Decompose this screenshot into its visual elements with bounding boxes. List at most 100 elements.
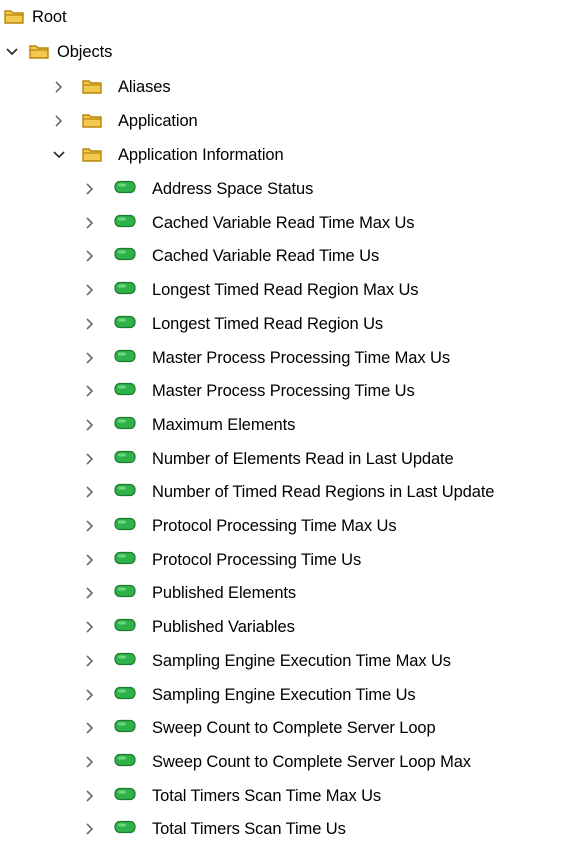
chevron-right-icon[interactable] [82,181,98,197]
tree-node-label: Cached Variable Read Time Max Us [152,214,415,232]
variable-icon [113,719,137,738]
tree-node-label: Master Process Processing Time Max Us [152,349,450,367]
variable-icon [113,551,137,570]
tree-node-label: Longest Timed Read Region Max Us [152,281,419,299]
tree-node-label: Application Information [118,146,284,164]
variable-icon [113,315,137,334]
chevron-right-icon[interactable] [82,248,98,264]
variable-icon [113,281,137,300]
variable-icon [113,652,137,671]
tree-node-label: Sweep Count to Complete Server Loop [152,719,436,737]
folder-icon [4,8,24,29]
tree-node-label: Cached Variable Read Time Us [152,247,380,265]
chevron-right-icon[interactable] [82,585,98,601]
variable-icon [113,584,137,603]
tree-node-label: Number of Elements Read in Last Update [152,450,454,468]
tree-node-item[interactable]: Total Timers Scan Time Max Us [0,779,569,813]
variable-icon [113,382,137,401]
tree-node-item[interactable]: Master Process Processing Time Us [0,374,569,408]
tree-node-item[interactable]: Sampling Engine Execution Time Us [0,678,569,712]
variable-icon [113,820,137,839]
folder-icon [82,78,102,99]
folder-icon [82,146,102,167]
tree-node-item[interactable]: Number of Timed Read Regions in Last Upd… [0,475,569,509]
chevron-right-icon[interactable] [82,653,98,669]
tree-node-item[interactable]: Cached Variable Read Time Max Us [0,206,569,240]
chevron-right-icon[interactable] [82,215,98,231]
tree-node-label: Root [32,8,67,26]
tree-node-label: Protocol Processing Time Max Us [152,517,397,535]
tree-node-label: Total Timers Scan Time Max Us [152,787,382,805]
tree-node-item[interactable]: Total Timers Scan Time Us [0,812,569,846]
tree-node-label: Sampling Engine Execution Time Us [152,686,416,704]
tree-node-label: Sampling Engine Execution Time Max Us [152,652,451,670]
tree-node-item[interactable]: Sweep Count to Complete Server Loop Max [0,745,569,779]
chevron-right-icon[interactable] [82,754,98,770]
variable-icon [113,416,137,435]
tree-node-item[interactable]: Longest Timed Read Region Us [0,307,569,341]
tree-view: Root Objects Aliases Application Applica… [0,0,569,840]
tree-node-item[interactable]: Longest Timed Read Region Max Us [0,273,569,307]
tree-node-item[interactable]: Address Space Status [0,172,569,206]
tree-node-label: Application [118,112,198,130]
chevron-right-icon[interactable] [82,788,98,804]
variable-icon [113,618,137,637]
tree-node-item[interactable]: Maximum Elements [0,408,569,442]
tree-node-item[interactable]: Cached Variable Read Time Us [0,239,569,273]
variable-icon [113,214,137,233]
chevron-right-icon[interactable] [82,350,98,366]
chevron-right-icon[interactable] [51,113,67,129]
chevron-right-icon[interactable] [82,383,98,399]
tree-node-objects[interactable]: Objects [0,35,569,69]
chevron-right-icon[interactable] [82,687,98,703]
tree-node-label: Master Process Processing Time Us [152,382,415,400]
variable-icon [113,753,137,772]
tree-node-root[interactable]: Root [0,0,569,34]
chevron-right-icon[interactable] [82,451,98,467]
tree-node-item[interactable]: Published Variables [0,610,569,644]
tree-node-item[interactable]: Protocol Processing Time Max Us [0,509,569,543]
chevron-right-icon[interactable] [82,417,98,433]
variable-icon [113,180,137,199]
folder-icon [82,112,102,133]
chevron-right-icon[interactable] [82,518,98,534]
tree-node-label: Objects [57,43,113,61]
tree-node-application[interactable]: Application [0,104,569,138]
tree-node-label: Published Elements [152,584,297,602]
tree-node-label: Aliases [118,78,171,96]
tree-node-item[interactable]: Sweep Count to Complete Server Loop [0,711,569,745]
tree-node-label: Address Space Status [152,180,314,198]
tree-node-label: Published Variables [152,618,295,636]
variable-icon [113,247,137,266]
tree-node-aliases[interactable]: Aliases [0,70,569,104]
variable-icon [113,349,137,368]
variable-icon [113,483,137,502]
chevron-down-icon[interactable] [4,44,20,60]
chevron-right-icon[interactable] [51,79,67,95]
variable-icon [113,450,137,469]
chevron-down-icon[interactable] [51,147,67,163]
tree-node-item[interactable]: Master Process Processing Time Max Us [0,341,569,375]
chevron-right-icon[interactable] [82,484,98,500]
tree-node-item[interactable]: Number of Elements Read in Last Update [0,442,569,476]
chevron-right-icon[interactable] [82,619,98,635]
chevron-right-icon[interactable] [82,821,98,837]
tree-node-label: Protocol Processing Time Us [152,551,362,569]
tree-node-label: Longest Timed Read Region Us [152,315,384,333]
chevron-right-icon[interactable] [82,282,98,298]
tree-node-label: Maximum Elements [152,416,296,434]
folder-icon [29,43,49,64]
chevron-right-icon[interactable] [82,720,98,736]
variable-icon [113,787,137,806]
chevron-right-icon[interactable] [82,316,98,332]
tree-node-label: Sweep Count to Complete Server Loop Max [152,753,471,771]
tree-node-label: Number of Timed Read Regions in Last Upd… [152,483,495,501]
variable-icon [113,517,137,536]
tree-node-item[interactable]: Protocol Processing Time Us [0,543,569,577]
tree-node-item[interactable]: Sampling Engine Execution Time Max Us [0,644,569,678]
tree-node-application-information[interactable]: Application Information [0,138,569,172]
tree-node-label: Total Timers Scan Time Us [152,820,346,838]
chevron-right-icon[interactable] [82,552,98,568]
tree-node-item[interactable]: Published Elements [0,576,569,610]
variable-icon [113,686,137,705]
